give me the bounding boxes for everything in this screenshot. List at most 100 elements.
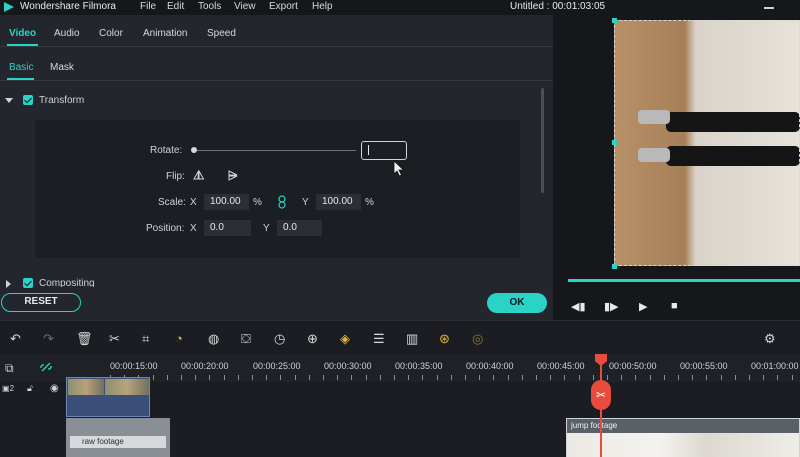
chevron-down-icon[interactable] [5, 98, 13, 103]
render-icon[interactable]: ⚙ [764, 332, 776, 345]
position-y-input[interactable]: 0.0 [277, 220, 322, 236]
scale-y-input[interactable]: 100.00 [316, 194, 361, 210]
crop-icon[interactable]: ⌗ [142, 332, 149, 345]
undo-icon[interactable]: ↶ [10, 332, 21, 345]
tab-animation[interactable]: Animation [143, 28, 187, 39]
scale-y-label: Y [302, 197, 309, 208]
keyframe-icon[interactable]: ◈ [340, 332, 350, 345]
ruler-tick [749, 375, 750, 380]
tab-color[interactable]: Color [99, 28, 123, 39]
add-track-icon[interactable]: ⧉ [5, 361, 14, 376]
clip-label: jump footage [571, 421, 618, 430]
ruler-tick [209, 375, 210, 380]
selection-frame[interactable] [614, 20, 800, 266]
ruler-tick [351, 375, 352, 380]
filmora-logo-icon [4, 2, 14, 12]
ruler-tick [522, 375, 523, 380]
eye-icon[interactable]: ◉ [50, 383, 59, 394]
subtab-basic[interactable]: Basic [9, 62, 33, 73]
link-icon[interactable] [278, 195, 286, 209]
stabilize-icon[interactable]: ⛋ [241, 332, 251, 345]
reset-button[interactable]: RESET [1, 293, 81, 312]
timecode-label: 00:00:50:00 [609, 361, 657, 371]
subtab-mask[interactable]: Mask [50, 62, 74, 73]
ruler-tick [593, 375, 594, 380]
rotate-slider[interactable] [194, 150, 356, 151]
ruler-tick [422, 375, 423, 380]
tab-video[interactable]: Video [9, 28, 36, 39]
menu-view[interactable]: View [234, 1, 256, 12]
timeline-clip-raw-footage[interactable]: raw footage [66, 418, 170, 457]
ruler-tick [465, 375, 466, 380]
ruler-tick [735, 375, 736, 380]
ruler-tick [792, 375, 793, 380]
ruler-tick [394, 375, 395, 380]
clip-label: raw footage [70, 436, 166, 448]
ruler-tick [579, 375, 580, 380]
rotate-slider-handle[interactable] [191, 147, 197, 153]
panel-scrollbar[interactable] [541, 88, 544, 193]
ok-button[interactable]: OK [487, 293, 547, 313]
split-scissors-icon[interactable]: ✂ [591, 380, 611, 410]
menu-file[interactable]: File [140, 1, 156, 12]
prev-frame-icon[interactable]: ◀▮ [571, 300, 586, 313]
flip-horizontal-icon[interactable] [193, 170, 204, 181]
cut-icon[interactable]: ✂ [109, 332, 120, 345]
compositing-checkbox[interactable] [23, 278, 33, 288]
ruler-tick [266, 375, 267, 380]
tab-audio[interactable]: Audio [54, 28, 80, 39]
position-x-input[interactable]: 0.0 [204, 220, 251, 236]
next-frame-icon[interactable]: ▮▶ [604, 300, 619, 313]
ruler-tick [678, 375, 679, 380]
resize-handle[interactable] [612, 140, 617, 145]
app-name: Wondershare Filmora [20, 1, 116, 12]
speed-icon[interactable]: ◔ [175, 332, 183, 345]
menu-help[interactable]: Help [312, 1, 333, 12]
resize-handle[interactable] [612, 264, 617, 269]
delete-icon[interactable]: 🗑 [76, 332, 93, 345]
play-icon[interactable]: ▶ [639, 300, 647, 313]
ruler-tick [380, 375, 381, 380]
motion-icon[interactable]: ⊛ [439, 332, 450, 345]
minimize-icon[interactable] [764, 7, 774, 9]
playback-progress[interactable] [568, 279, 800, 282]
ruler-tick [181, 375, 182, 380]
menu-tools[interactable]: Tools [198, 1, 221, 12]
ai-icon[interactable]: ◎ [472, 332, 483, 345]
timecode-label: 00:00:30:00 [324, 361, 372, 371]
timecode-label: 00:00:45:00 [537, 361, 585, 371]
ruler-tick [366, 375, 367, 380]
resize-handle[interactable] [612, 18, 617, 23]
flip-vertical-icon[interactable] [228, 170, 239, 181]
redo-icon[interactable]: ↷ [43, 332, 54, 345]
timecode-label: 00:00:55:00 [680, 361, 728, 371]
ruler-tick [777, 375, 778, 380]
track-number-label: 2 [9, 384, 15, 393]
subtab-divider [0, 80, 553, 81]
duration-icon[interactable]: ◷ [274, 332, 285, 345]
menu-edit[interactable]: Edit [167, 1, 184, 12]
transform-checkbox[interactable] [23, 95, 33, 105]
track-number: ▣2 [2, 384, 15, 393]
position-label: Position: [146, 223, 185, 234]
ruler-tick [252, 375, 253, 380]
zoom-icon[interactable]: ⊕ [307, 332, 318, 345]
audio-icon[interactable]: ▥ [406, 332, 418, 345]
menu-export[interactable]: Export [269, 1, 298, 12]
ruler-tick [238, 375, 239, 380]
scale-x-input[interactable]: 100.00 [204, 194, 249, 210]
scale-label: Scale: [158, 197, 186, 208]
tab-speed[interactable]: Speed [207, 28, 236, 39]
lock-icon[interactable]: 🔓︎ [27, 383, 33, 394]
section-transform[interactable]: Transform [39, 95, 84, 106]
section-compositing[interactable]: Compositing [39, 278, 95, 287]
timeline-clip[interactable] [66, 377, 150, 417]
chevron-right-icon[interactable] [6, 280, 11, 288]
link-clips-icon[interactable] [40, 361, 52, 373]
adjust-icon[interactable]: ☰ [373, 332, 385, 345]
title-bar: Wondershare Filmora File Edit Tools View… [0, 0, 800, 15]
ruler-tick [721, 375, 722, 380]
stop-icon[interactable]: ■ [671, 300, 678, 312]
ruler-tick [564, 375, 565, 380]
color-icon[interactable]: ◍ [208, 332, 219, 345]
